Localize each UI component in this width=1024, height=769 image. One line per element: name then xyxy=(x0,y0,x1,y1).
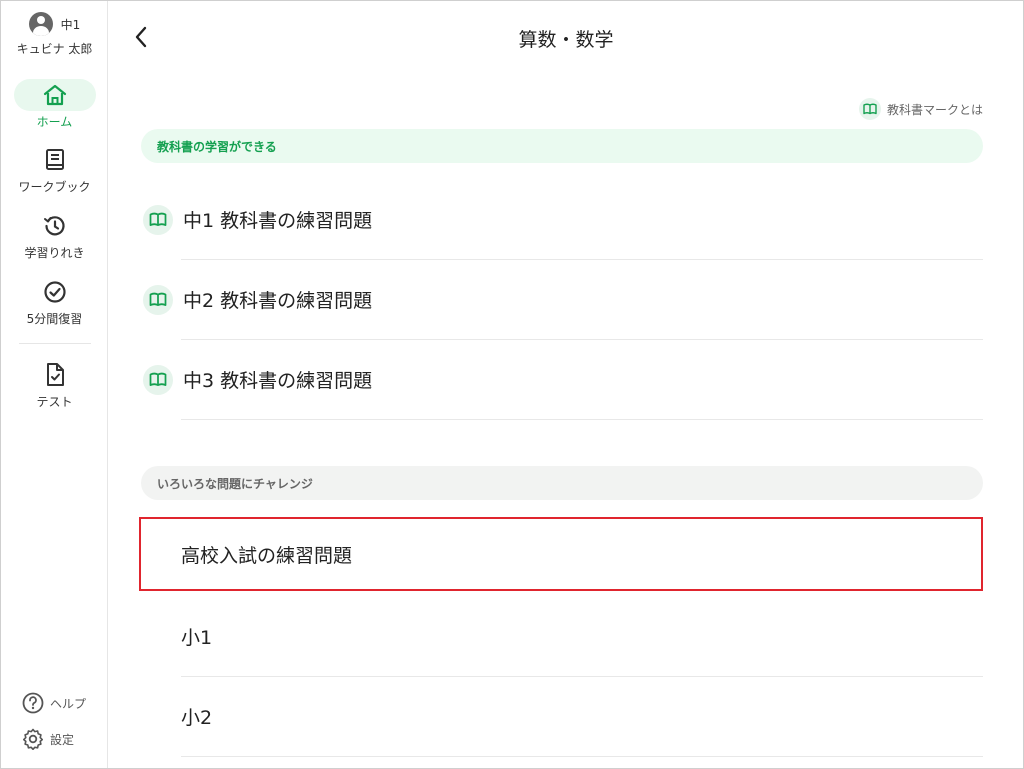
help-link[interactable]: ヘルプ xyxy=(22,692,86,714)
page-title: 算数・数学 xyxy=(518,29,614,51)
sidebar: 中1 キュビナ 太郎 ホーム ワークブック 学習りれき 5分間復習 テスト ヘル… xyxy=(1,1,108,768)
user-name: キュビナ 太郎 xyxy=(16,42,93,56)
row-inner: 中2 教科書の練習問題 xyxy=(141,260,983,339)
row-inner: 中1 教科書の練習問題 xyxy=(141,180,983,259)
sidebar-item-review[interactable]: 5分間復習 xyxy=(1,276,108,327)
history-icon xyxy=(43,216,65,236)
section-header-textbook: 教科書の学習ができる xyxy=(141,129,983,163)
textbook-item-grade3[interactable]: 中3 教科書の練習問題 xyxy=(141,340,983,420)
open-book-icon xyxy=(149,212,167,226)
open-book-icon xyxy=(149,292,167,306)
sidebar-item-history[interactable]: 学習りれき xyxy=(1,210,108,261)
divider xyxy=(181,419,983,420)
open-book-icon-badge xyxy=(143,284,173,315)
challenge-item-elementary1[interactable]: 小1 xyxy=(141,597,983,677)
challenge-item-high-school-entrance[interactable]: 高校入試の練習問題 xyxy=(139,517,983,591)
open-book-icon-badge xyxy=(143,364,173,395)
history-icon-wrap xyxy=(14,210,96,242)
textbook-mark-info-link[interactable]: 教科書マークとは xyxy=(858,98,983,120)
avatar xyxy=(28,12,53,36)
sidebar-item-workbook[interactable]: ワークブック xyxy=(1,144,108,195)
sidebar-item-label: ワークブック xyxy=(18,180,91,194)
open-book-icon xyxy=(863,103,877,115)
help-icon xyxy=(22,692,44,714)
row-inner: 中3 教科書の練習問題 xyxy=(141,340,983,419)
open-book-icon-badge xyxy=(143,204,173,235)
check-circle-icon xyxy=(43,281,66,303)
open-book-icon xyxy=(149,372,167,386)
list-item-label: 中2 教科書の練習問題 xyxy=(183,290,373,312)
user-grade: 中1 xyxy=(60,17,81,32)
sidebar-item-label: テスト xyxy=(36,395,73,409)
settings-link[interactable]: 設定 xyxy=(22,728,74,750)
home-icon xyxy=(43,84,66,106)
help-label: ヘルプ xyxy=(50,696,87,711)
textbook-item-grade1[interactable]: 中1 教科書の練習問題 xyxy=(141,180,983,260)
row-inner: 小2 xyxy=(141,677,983,756)
divider xyxy=(181,756,983,757)
row-inner: 高校入試の練習問題 xyxy=(141,519,981,589)
list-item-label: 小1 xyxy=(181,627,213,649)
book-icon-wrap xyxy=(14,144,96,176)
list-item-label: 小2 xyxy=(181,707,213,729)
sidebar-item-home[interactable]: ホーム xyxy=(1,79,108,130)
sidebar-item-label: 5分間復習 xyxy=(26,312,83,326)
gear-icon xyxy=(23,728,43,750)
open-book-icon-badge xyxy=(858,98,881,120)
user-profile[interactable]: 中1 キュビナ 太郎 xyxy=(1,12,108,57)
home-icon-wrap xyxy=(13,79,96,111)
section-header-challenge: いろいろな問題にチャレンジ xyxy=(141,466,983,500)
check-circle-icon-wrap xyxy=(14,276,96,308)
sidebar-item-label: 学習りれき xyxy=(24,246,85,260)
test-doc-icon-wrap xyxy=(14,359,96,391)
list-item-label: 中1 教科書の練習問題 xyxy=(183,210,373,232)
list-item-label: 高校入試の練習問題 xyxy=(181,544,353,567)
sidebar-item-test[interactable]: テスト xyxy=(1,359,108,410)
user-row: 中1 xyxy=(1,12,108,36)
nav-divider xyxy=(19,343,91,344)
textbook-item-grade2[interactable]: 中2 教科書の練習問題 xyxy=(141,260,983,340)
test-doc-icon xyxy=(46,363,64,386)
textbook-mark-label: 教科書マークとは xyxy=(886,102,983,117)
settings-label: 設定 xyxy=(50,732,75,747)
book-icon xyxy=(45,149,64,170)
main-content: 算数・数学 教科書マークとは 教科書の学習ができる 中1 教科書の練習問題 中2… xyxy=(109,1,1023,768)
challenge-item-elementary2[interactable]: 小2 xyxy=(141,677,983,757)
row-inner: 小1 xyxy=(141,597,983,676)
list-item-label: 中3 教科書の練習問題 xyxy=(183,370,373,392)
sidebar-item-label: ホーム xyxy=(36,115,73,129)
